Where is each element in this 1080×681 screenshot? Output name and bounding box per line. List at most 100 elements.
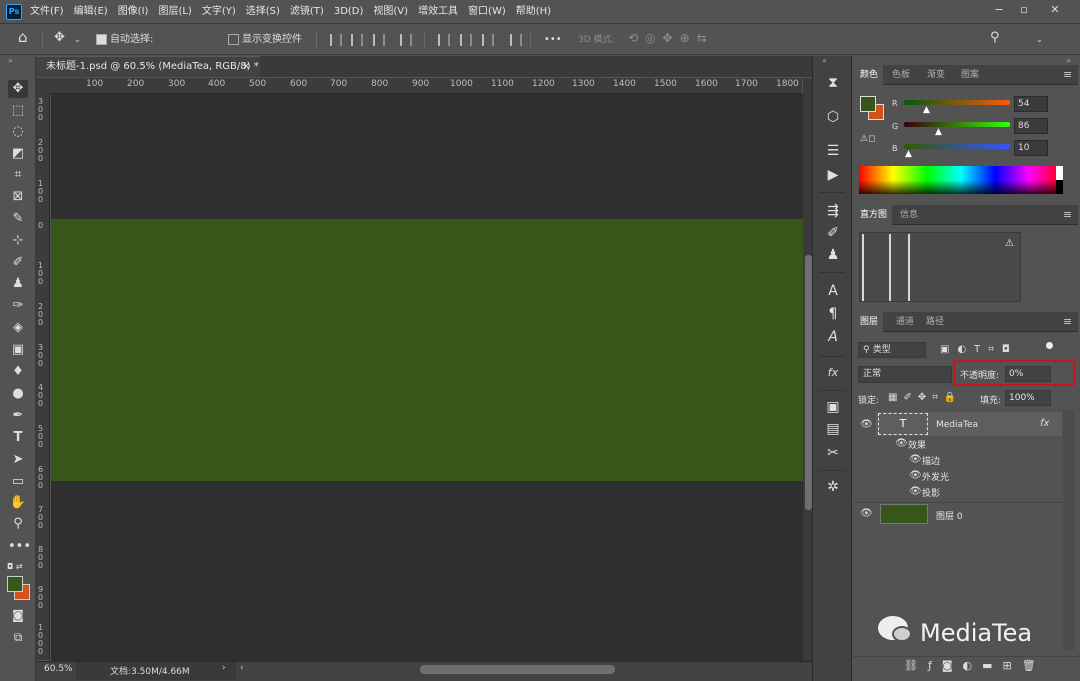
more-tools-icon[interactable]: •••	[8, 538, 31, 556]
layer-thumbnail[interactable]	[880, 504, 928, 524]
align-right-icon[interactable]	[373, 34, 385, 46]
stamp-tool-icon[interactable]: ♟	[8, 275, 28, 293]
effect-outer-glow[interactable]: 外发光	[922, 470, 949, 483]
foreground-color-chip[interactable]	[860, 96, 876, 112]
maximize-button[interactable]: ▫	[1013, 2, 1035, 18]
foreground-color-swatch[interactable]	[7, 576, 23, 592]
lock-icons[interactable]: ▦✐✥⌗🔒	[888, 392, 962, 403]
history-panel-icon[interactable]: ⧗	[822, 74, 844, 92]
tab-color[interactable]: 颜色	[855, 65, 884, 85]
menu-image[interactable]: 图像(I)	[118, 0, 149, 24]
marquee-tool-icon[interactable]: ⬚	[8, 102, 28, 120]
move-tool-icon[interactable]: ✥	[8, 80, 28, 98]
menu-view[interactable]: 视图(V)	[373, 0, 408, 24]
lasso-tool-icon[interactable]: ◌	[8, 123, 28, 141]
tool-presets-icon[interactable]: ✂	[822, 444, 844, 462]
layers-footer-icons[interactable]: ⛓ƒ◙◐▬⊞🗑	[904, 659, 1046, 672]
properties-panel-icon[interactable]: ☰	[822, 142, 844, 160]
menu-window[interactable]: 窗口(W)	[468, 0, 506, 24]
tab-paths[interactable]: 路径	[921, 312, 949, 332]
menu-select[interactable]: 选择(S)	[246, 0, 280, 24]
type-tool-icon[interactable]: T	[8, 429, 28, 447]
visibility-eye-icon[interactable]: 👁	[895, 438, 908, 449]
blur-tool-icon[interactable]: ♦	[8, 363, 28, 381]
warning-icon[interactable]: ⚠	[1005, 238, 1014, 249]
red-slider-track[interactable]	[904, 100, 1010, 105]
menu-type[interactable]: 文字(Y)	[202, 0, 236, 24]
gradient-tool-icon[interactable]: ▣	[8, 341, 28, 359]
chevron-right-icon[interactable]: ›	[222, 663, 226, 673]
panel-menu-icon[interactable]: ≡	[1063, 315, 1072, 328]
black-swatch[interactable]	[1056, 180, 1063, 194]
layer-name[interactable]: 图层 0	[936, 509, 963, 522]
layer-name[interactable]: MediaTea	[936, 420, 978, 430]
layer-effects-icon[interactable]: fx	[1040, 418, 1049, 429]
collapse-panels-icon[interactable]: »	[1066, 56, 1071, 65]
brush-settings-icon[interactable]: ✐	[822, 224, 844, 242]
healing-brush-tool-icon[interactable]: ⊹	[8, 232, 28, 250]
tab-channels[interactable]: 通道	[891, 312, 919, 332]
effect-drop-shadow[interactable]: 投影	[922, 486, 940, 499]
filter-toggle-icon[interactable]	[1046, 342, 1053, 349]
notes-panel-icon[interactable]: ▤	[822, 420, 844, 438]
gamut-warning-icon[interactable]: ⚠◻	[860, 134, 876, 144]
zoom-tool-icon[interactable]: ⚲	[8, 515, 28, 533]
align-left-icon[interactable]	[330, 34, 342, 46]
tab-layers[interactable]: 图层	[855, 312, 884, 332]
path-select-tool-icon[interactable]: ➤	[8, 451, 28, 469]
brush-tool-icon[interactable]: ✐	[8, 254, 28, 272]
visibility-eye-icon[interactable]: 👁	[909, 486, 922, 497]
menu-edit[interactable]: 编辑(E)	[74, 0, 108, 24]
menu-3d[interactable]: 3D(D)	[334, 0, 364, 24]
close-button[interactable]: ✕	[1044, 2, 1066, 18]
align-bottom-icon[interactable]	[482, 34, 494, 46]
more-options-button[interactable]: •••	[544, 32, 562, 48]
rectangle-tool-icon[interactable]: ▭	[8, 473, 28, 491]
menu-help[interactable]: 帮助(H)	[516, 0, 551, 24]
styles-panel-icon[interactable]: fx	[822, 364, 844, 382]
history-brush-tool-icon[interactable]: ✑	[8, 297, 28, 315]
scroll-left-icon[interactable]: ‹	[240, 663, 244, 673]
minimize-button[interactable]: −	[988, 2, 1010, 18]
move-tool-icon[interactable]: ✥	[54, 30, 65, 46]
panel-menu-icon[interactable]: ≡	[1063, 208, 1072, 221]
3d-panel-icon[interactable]: ⬡	[822, 108, 844, 126]
align-top-icon[interactable]	[438, 34, 450, 46]
zoom-level[interactable]: 60.5%	[44, 664, 73, 674]
adjustments-panel-icon[interactable]: ⇶	[822, 202, 844, 220]
auto-select-checkbox[interactable]	[96, 34, 107, 45]
screen-mode-icon[interactable]: ⧉	[8, 628, 28, 646]
actions-panel-icon[interactable]: ▶	[822, 166, 844, 184]
menu-plugins[interactable]: 增效工具	[418, 0, 458, 24]
crop-tool-icon[interactable]: ⌗	[8, 166, 28, 184]
menu-file[interactable]: 文件(F)	[30, 0, 64, 24]
opacity-input[interactable]: 0%	[1005, 366, 1051, 382]
search-icon[interactable]: ⚲	[990, 30, 1000, 46]
object-select-tool-icon[interactable]: ◩	[8, 145, 28, 163]
pen-tool-icon[interactable]: ✒	[8, 407, 28, 425]
layer-filter-dropdown[interactable]: ⚲ 类型	[858, 342, 926, 358]
layers-scrollbar[interactable]	[1063, 410, 1075, 650]
effect-stroke[interactable]: 描边	[922, 454, 940, 467]
visibility-eye-icon[interactable]: 👁	[860, 508, 873, 519]
collapse-dock-icon[interactable]: «	[822, 56, 827, 65]
dodge-tool-icon[interactable]: ●	[8, 385, 28, 403]
frame-tool-icon[interactable]: ⊠	[8, 188, 28, 206]
show-transform-checkbox[interactable]	[228, 34, 239, 45]
default-colors-icon[interactable]: ◘ ⇄	[7, 562, 23, 571]
home-icon[interactable]: ⌂	[18, 29, 28, 45]
paragraph-panel-icon[interactable]: ¶	[822, 305, 844, 323]
menu-layer[interactable]: 图层(L)	[158, 0, 191, 24]
tab-patterns[interactable]: 图案	[956, 65, 984, 85]
tab-info[interactable]: 信息	[895, 205, 923, 225]
quick-mask-icon[interactable]: ◙	[8, 606, 28, 624]
blue-slider-thumb[interactable]: ▲	[905, 149, 912, 159]
chevron-down-icon[interactable]: ⌄	[74, 32, 81, 48]
character-panel-icon[interactable]: A	[822, 282, 844, 300]
green-slider-thumb[interactable]: ▲	[935, 127, 942, 137]
tab-swatches[interactable]: 色板	[887, 65, 915, 85]
panel-menu-icon[interactable]: ≡	[1063, 68, 1072, 81]
blend-mode-dropdown[interactable]: 正常	[858, 366, 952, 383]
menu-filter[interactable]: 滤镜(T)	[290, 0, 324, 24]
red-value-input[interactable]: 54	[1014, 96, 1048, 112]
